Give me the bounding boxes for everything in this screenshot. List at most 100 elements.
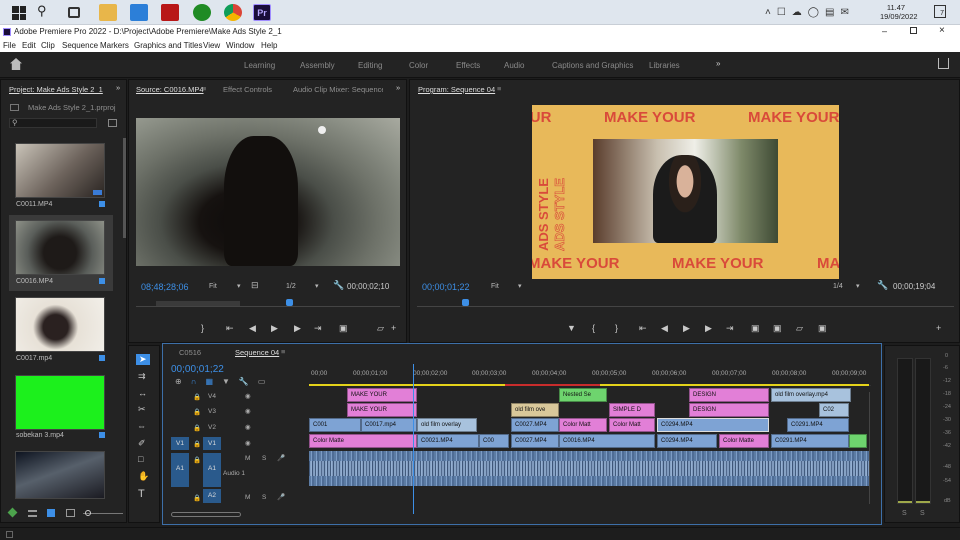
task-view-icon[interactable] <box>68 7 80 18</box>
clip-v4-3[interactable]: DESIGN <box>689 388 769 402</box>
step-forward-icon[interactable]: ▶ <box>705 323 712 334</box>
menu-graphics[interactable]: Graphics and Titles <box>134 41 202 50</box>
home-icon[interactable] <box>10 58 22 70</box>
menu-window[interactable]: Window <box>226 41 254 50</box>
clip-v2-7[interactable]: C0294.MP4 <box>657 418 769 432</box>
audio-clip-a1[interactable] <box>309 451 869 486</box>
menu-edit[interactable]: Edit <box>22 41 36 50</box>
clip-v1-1[interactable]: Color Matte <box>309 434 417 448</box>
track-target-v1[interactable]: V1 <box>171 437 189 450</box>
list-view-icon[interactable] <box>28 510 37 517</box>
ripple-edit-icon[interactable]: ↔ <box>138 388 147 398</box>
camera-icon[interactable]: ▱ <box>796 323 803 334</box>
clip-v1-6[interactable]: C0294.MP4 <box>657 434 717 448</box>
workspace-editing[interactable]: Editing <box>358 61 382 70</box>
clip-v4-2[interactable]: Nested Se <box>559 388 607 402</box>
razor-tool-icon[interactable]: ✂ <box>138 404 146 415</box>
slip-tool-icon[interactable]: ⇔ <box>137 421 146 431</box>
step-back-icon[interactable]: ◀ <box>661 323 668 334</box>
tray-clock[interactable]: 11.47 19/09/2022 <box>880 3 918 21</box>
share-icon[interactable] <box>938 58 949 69</box>
selection-tool-icon[interactable]: ➤ <box>136 354 150 365</box>
rectangle-tool-icon[interactable]: □ <box>138 454 143 464</box>
track-lock-icon[interactable]: 🔒 <box>193 424 201 432</box>
xbox-icon[interactable] <box>193 4 211 21</box>
type-tool-icon[interactable]: T <box>138 488 145 500</box>
wrench-icon[interactable]: 🔧 <box>333 280 344 291</box>
app-red-icon[interactable] <box>161 4 179 21</box>
menu-file[interactable]: File <box>3 41 16 50</box>
solo-button[interactable]: S <box>262 494 266 501</box>
clip-v4-1[interactable]: MAKE YOUR <box>347 388 417 402</box>
track-area[interactable]: MAKE YOUR Nested Se DESIGN old film over… <box>309 364 871 514</box>
workspace-libraries[interactable]: Libraries <box>649 61 680 70</box>
vertical-scrollbar[interactable] <box>869 392 874 504</box>
source-tab[interactable]: Source: C0016.MP4 <box>136 85 204 94</box>
clip-v2-2[interactable]: C0017.mp4 <box>361 418 417 432</box>
mail-icon[interactable] <box>130 4 148 21</box>
track-lock-icon[interactable]: 🔒 <box>193 393 201 401</box>
lift-icon[interactable]: ▣ <box>751 323 760 334</box>
effect-controls-tab[interactable]: Effect Controls <box>223 85 272 94</box>
track-eye-icon[interactable]: ◉ <box>245 423 251 431</box>
source-timecode[interactable]: 08;48;28;06 <box>141 282 189 292</box>
project-item-5[interactable] <box>9 447 113 502</box>
program-fit-select[interactable]: Fit <box>491 283 499 290</box>
add-button-icon[interactable]: + <box>391 323 396 333</box>
clip-v1-4[interactable]: C0027.MP4 <box>511 434 559 448</box>
clip-v3-1[interactable]: MAKE YOUR <box>347 403 417 417</box>
mic-icon[interactable]: 🎤 <box>277 493 285 501</box>
play-icon[interactable]: ▶ <box>271 323 278 334</box>
panel-overflow-icon[interactable]: » <box>116 83 120 92</box>
workspace-audio[interactable]: Audio <box>504 61 524 70</box>
icon-view-icon[interactable] <box>47 509 55 517</box>
workspace-captions[interactable]: Captions and Graphics <box>552 61 633 70</box>
source-resolution-select[interactable]: 1/2 <box>286 283 296 290</box>
mark-in-icon[interactable]: { <box>592 323 595 333</box>
track-target-a1[interactable]: A1 <box>171 453 189 487</box>
clip-v3-2[interactable]: old film ove <box>511 403 559 417</box>
extract-icon[interactable]: ▣ <box>773 323 782 334</box>
go-to-out-icon[interactable]: ⇥ <box>726 323 734 334</box>
clip-v1-3[interactable]: C00 <box>479 434 509 448</box>
windows-start-icon[interactable] <box>12 6 26 20</box>
hand-tool-icon[interactable]: ✋ <box>138 471 149 482</box>
track-select-icon[interactable]: ⇉ <box>138 371 146 382</box>
track-lock-icon[interactable]: 🔒 <box>193 456 201 464</box>
track-eye-icon[interactable]: ◉ <box>245 407 251 415</box>
tab-menu-icon[interactable]: ≡ <box>281 347 285 356</box>
program-resolution-select[interactable]: 1/4 <box>833 283 843 290</box>
source-scrubber[interactable] <box>136 297 400 307</box>
notification-icon[interactable]: 7 <box>934 5 946 18</box>
solo-right-button[interactable]: S <box>920 510 925 517</box>
workspace-assembly[interactable]: Assembly <box>300 61 335 70</box>
clip-v3-4[interactable]: DESIGN <box>689 403 769 417</box>
pencil-icon[interactable] <box>7 507 18 518</box>
panel-overflow-icon[interactable]: » <box>396 83 400 92</box>
clip-v2-6[interactable]: Color Matt <box>609 418 655 432</box>
source-playhead[interactable] <box>286 299 293 306</box>
time-ruler[interactable]: 00;00 00;00;01;00 00;00;02;00 00;00;03;0… <box>309 368 871 386</box>
source-fit-select[interactable]: Fit <box>209 283 217 290</box>
mark-out-icon[interactable]: } <box>615 323 618 333</box>
add-marker-icon[interactable]: ▼ <box>567 323 576 333</box>
project-tab[interactable]: Project: Make Ads Style 2_1 <box>9 85 103 94</box>
project-item-3[interactable]: C0017.mp4 <box>9 293 113 368</box>
insert-icon[interactable]: ▣ <box>339 323 348 334</box>
project-scrollbar[interactable] <box>123 138 126 238</box>
clip-v1-9[interactable] <box>849 434 867 448</box>
track-lock-icon[interactable]: 🔒 <box>193 440 201 448</box>
tab-menu-icon[interactable]: ≡ <box>497 84 501 93</box>
clip-v2-3[interactable]: old film overlay <box>417 418 477 432</box>
menu-help[interactable]: Help <box>261 41 277 50</box>
step-forward-icon[interactable]: ▶ <box>294 323 301 334</box>
workspace-learning[interactable]: Learning <box>244 61 275 70</box>
track-lock-icon[interactable]: 🔒 <box>193 494 201 502</box>
workspace-color[interactable]: Color <box>409 61 428 70</box>
step-back-icon[interactable]: ◀ <box>249 323 256 334</box>
clip-v1-5[interactable]: C0016.MP4 <box>559 434 655 448</box>
clip-v4-4[interactable]: old film overlay.mp4 <box>771 388 851 402</box>
file-explorer-icon[interactable] <box>99 4 117 21</box>
timeline-tab-c0516[interactable]: C0516 <box>179 348 201 357</box>
search-icon[interactable]: ⚲ <box>37 3 55 20</box>
